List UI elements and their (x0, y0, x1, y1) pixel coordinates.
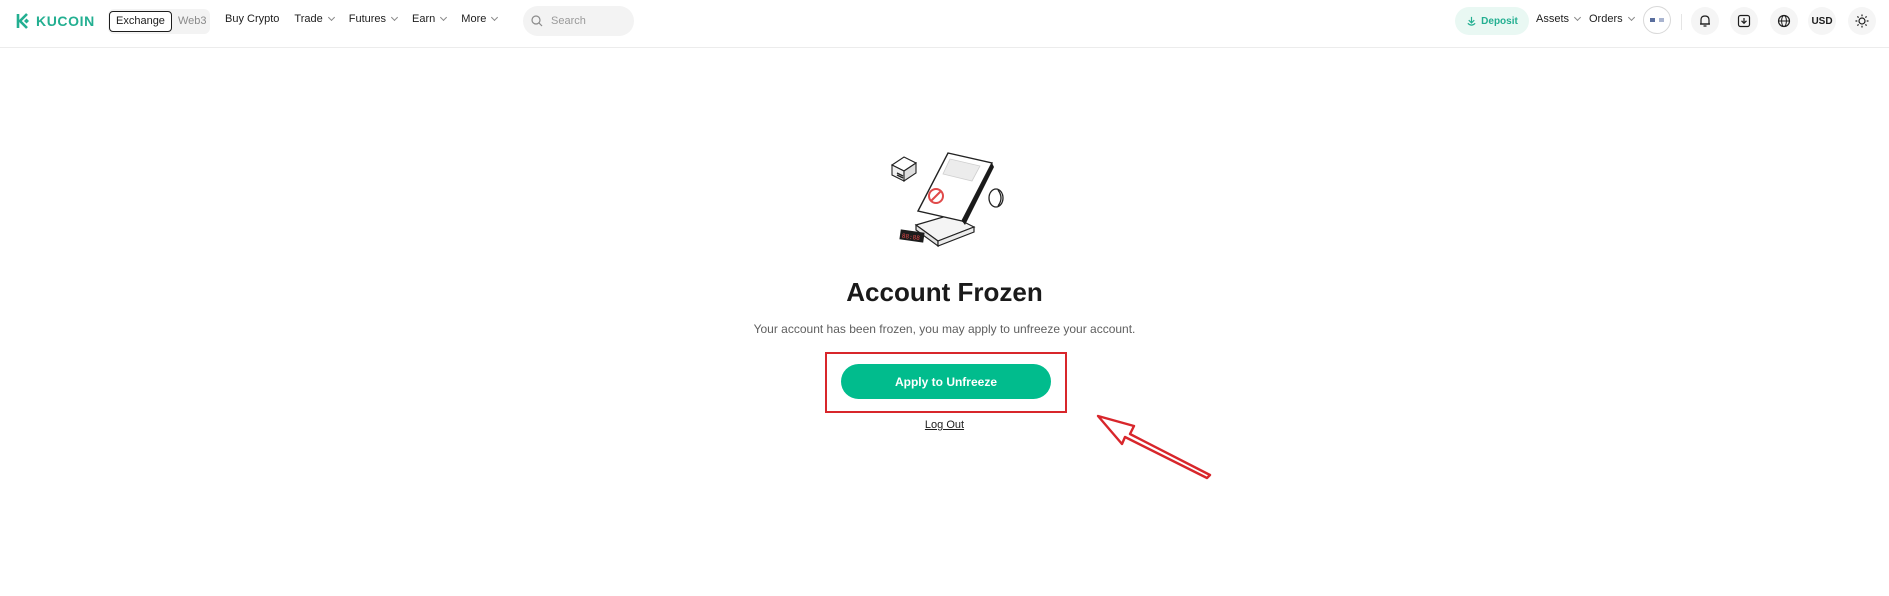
sun-icon (1855, 14, 1869, 28)
download-icon (1737, 14, 1751, 28)
chevron-down-icon (391, 13, 399, 22)
logout-label: Log Out (924, 419, 965, 431)
logo-text: KUCOIN (36, 13, 95, 29)
chevron-down-icon (440, 13, 448, 22)
notifications-button[interactable] (1691, 7, 1719, 35)
theme-toggle-button[interactable] (1848, 7, 1876, 35)
divider (1681, 14, 1682, 30)
kucoin-logo[interactable]: KUCOIN (14, 12, 95, 30)
currency-button[interactable]: USD (1808, 7, 1836, 35)
assets-menu[interactable]: Assets (1536, 13, 1582, 25)
apply-to-unfreeze-button[interactable]: Apply to Unfreeze (841, 364, 1051, 399)
download-app-button[interactable] (1730, 7, 1758, 35)
orders-label: Orders (1589, 13, 1623, 25)
nav-futures[interactable]: Futures (348, 13, 399, 25)
frozen-account-illustration: 88:88 (890, 152, 1004, 248)
nav-buy-crypto-label: Buy Crypto (225, 13, 280, 25)
search-input[interactable] (549, 14, 633, 28)
nav-earn[interactable]: Earn (412, 13, 448, 25)
page-subtitle: Your account has been frozen, you may ap… (753, 322, 1136, 336)
nav-buy-crypto[interactable]: Buy Crypto (225, 13, 279, 25)
search-icon (531, 15, 543, 27)
chevron-down-icon (1573, 13, 1582, 22)
avatar[interactable] (1643, 6, 1671, 34)
nav-more[interactable]: More (461, 13, 499, 25)
search-box[interactable] (523, 6, 634, 36)
logout-link[interactable]: Log Out (0, 419, 1889, 431)
deposit-label: Deposit (1481, 15, 1518, 27)
exchange-web3-switch: Exchange Web3 (108, 9, 210, 34)
nav-trade-label: Trade (294, 13, 323, 25)
chevron-down-icon (1627, 13, 1635, 22)
deposit-icon (1467, 16, 1476, 26)
nav-earn-label: Earn (412, 13, 436, 25)
chevron-down-icon (491, 13, 499, 22)
assets-label: Assets (1536, 13, 1570, 25)
globe-icon (1777, 14, 1791, 28)
nav-trade[interactable]: Trade (294, 13, 335, 25)
kucoin-logo-icon (16, 13, 29, 29)
bell-icon (1700, 15, 1710, 27)
tab-exchange[interactable]: Exchange (109, 11, 172, 32)
currency-label: USD (1811, 15, 1833, 27)
avatar-icon (1650, 18, 1664, 22)
language-button[interactable] (1770, 7, 1798, 35)
tab-web3[interactable]: Web3 (172, 12, 213, 31)
page-title: Account Frozen (846, 277, 1043, 307)
nav-futures-label: Futures (348, 13, 387, 25)
main-nav: Buy Crypto Trade Futures Earn More (225, 13, 499, 25)
svg-text:88:88: 88:88 (901, 233, 920, 242)
annotation-arrow (1096, 414, 1212, 480)
deposit-button[interactable]: Deposit (1455, 7, 1529, 35)
orders-menu[interactable]: Orders (1589, 13, 1635, 25)
top-navigation-bar: KUCOIN Exchange Web3 Buy Crypto Trade Fu… (0, 0, 1889, 48)
nav-more-label: More (461, 13, 487, 25)
chevron-down-icon (327, 13, 335, 22)
